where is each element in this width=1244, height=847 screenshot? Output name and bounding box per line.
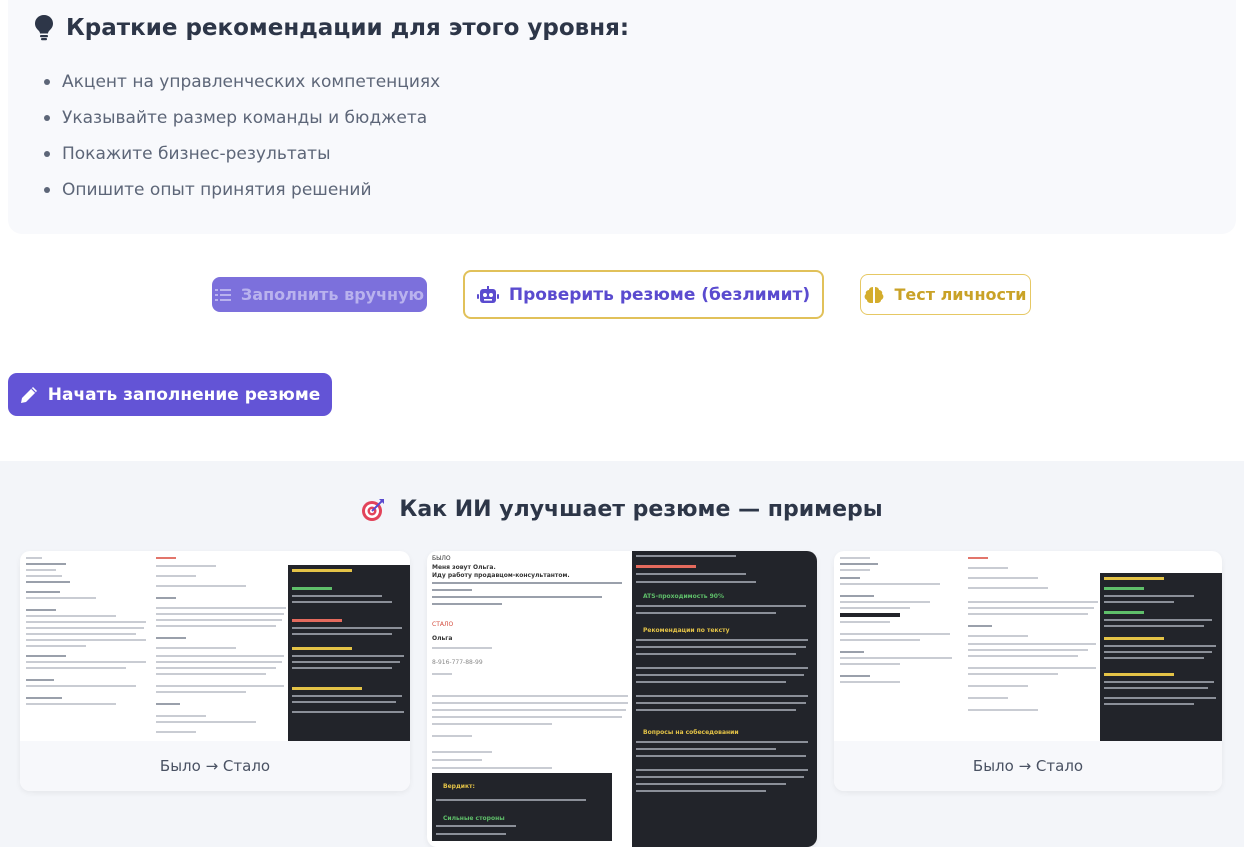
tips-title: Краткие рекомендации для этого уровня: (66, 14, 630, 41)
strong-label: Сильные стороны (443, 815, 505, 822)
tips-header: Краткие рекомендации для этого уровня: (34, 14, 629, 41)
resume-screenshot (834, 551, 1222, 741)
pencil-icon (20, 386, 37, 403)
ats-label: ATS-проходимость 90% (643, 593, 724, 600)
before-text: Меня зовут Ольга. (432, 564, 496, 571)
tips-item: Акцент на управленческих компетенциях (44, 64, 440, 100)
resume-screenshot: БЫЛО Меня зовут Ольга. Иду работу продав… (427, 551, 817, 847)
lightbulb-icon (35, 15, 53, 41)
recommendations-label: Рекомендации по тексту (643, 627, 730, 634)
target-icon (362, 498, 385, 521)
questions-label: Вопросы на собеседовании (643, 729, 739, 736)
card-caption: Было → Стало (834, 741, 1222, 791)
personality-test-button[interactable]: Тест личности (860, 274, 1031, 315)
fill-manually-button[interactable]: Заполнить вручную (212, 277, 427, 312)
list-icon (214, 288, 231, 301)
tips-card: Краткие рекомендации для этого уровня: А… (8, 0, 1236, 234)
fill-manually-label: Заполнить вручную (240, 285, 425, 304)
tips-item: Опишите опыт принятия решений (44, 172, 440, 208)
example-card[interactable]: Было → Стало (20, 551, 410, 791)
resume-screenshot (20, 551, 410, 741)
tips-item: Указывайте размер команды и бюджета (44, 100, 440, 136)
before-text: Иду работу продавцом-консультантом. (432, 572, 570, 579)
robot-icon (476, 285, 499, 303)
candidate-name: Ольга (432, 635, 453, 642)
verdict-label: Вердикт: (443, 783, 475, 790)
check-resume-label: Проверить резюме (безлимит) (508, 284, 811, 305)
examples-section: Как ИИ улучшает резюме — примеры Было → … (0, 461, 1244, 847)
before-label: БЫЛО (432, 555, 451, 562)
after-label: СТАЛО (432, 621, 454, 628)
tips-item: Покажите бизнес-результаты (44, 136, 440, 172)
brain-icon (865, 286, 884, 303)
start-resume-button[interactable]: Начать заполнение резюме (8, 373, 332, 416)
candidate-phone: 8-916-777-88-99 (432, 659, 483, 666)
examples-title: Как ИИ улучшает резюме — примеры (399, 497, 883, 522)
example-card[interactable]: БЫЛО Меня зовут Ольга. Иду работу продав… (427, 551, 817, 847)
personality-test-label: Тест личности (894, 285, 1027, 304)
tips-list: Акцент на управленческих компетенциях Ук… (44, 64, 440, 208)
check-resume-button[interactable]: Проверить резюме (безлимит) (463, 270, 824, 319)
start-resume-label: Начать заполнение резюме (47, 384, 321, 405)
card-caption: Было → Стало (20, 741, 410, 791)
examples-header: Как ИИ улучшает резюме — примеры (0, 497, 1244, 522)
example-card[interactable]: Было → Стало (834, 551, 1222, 791)
